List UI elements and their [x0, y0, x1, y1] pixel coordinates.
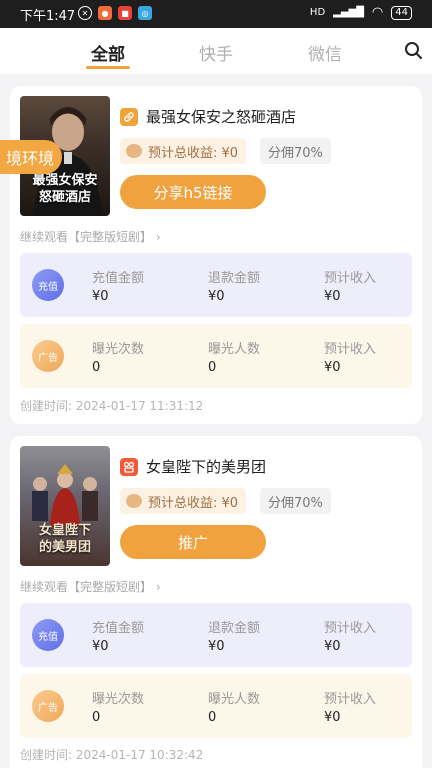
tab-kuaishou[interactable]: 快手 — [199, 40, 233, 65]
continue-watching-label: 继续观看【完整版短剧】 — [20, 230, 153, 244]
recharge-stats-panel: 充值 充值金额 退款金额 预计收入 ¥0 ¥0 ¥0 — [20, 253, 412, 317]
stat-label: 预计收入 — [324, 342, 377, 357]
continue-watching-link[interactable]: 继续观看【完整版短剧】 › — [20, 578, 161, 595]
recharge-badge: 充值 — [32, 619, 64, 651]
coin-icon — [126, 144, 142, 158]
share-h5-link-button[interactable]: 分享h5链接 — [120, 175, 266, 209]
stat-value: ¥0 — [324, 639, 341, 654]
stat-value: 0 — [208, 360, 217, 375]
link-icon — [120, 107, 138, 126]
kuaishou-icon — [120, 457, 138, 476]
drama-title: 女皇陛下的美男团 — [146, 458, 267, 476]
estimated-earnings: 预计总收益: ¥0 — [120, 488, 247, 514]
stat-label: 曝光次数 — [92, 692, 145, 707]
stat-value: ¥0 — [92, 639, 109, 654]
earnings-label: 预计总收益: ¥0 — [148, 495, 239, 511]
drama-title: 最强女保安之怒砸酒店 — [146, 108, 297, 126]
tab-indicator — [86, 66, 130, 69]
poster-title: 女皇陛下 的美男团 — [38, 523, 91, 555]
stat-value: 0 — [92, 360, 101, 375]
earnings-label: 预计总收益: ¥0 — [148, 145, 239, 161]
estimated-earnings: 预计总收益: ¥0 — [120, 138, 247, 164]
stat-label: 预计收入 — [324, 692, 377, 707]
drama-title-row: 女皇陛下的美男团 — [120, 456, 266, 477]
tab-wechat[interactable]: 微信 — [308, 40, 342, 65]
poster-title: 最强女保安 怒砸酒店 — [32, 173, 98, 205]
stat-value: ¥0 — [324, 360, 341, 375]
stat-label: 曝光人数 — [208, 692, 261, 707]
stat-value: 0 — [92, 710, 101, 725]
commission-badge: 分佣70% — [260, 488, 331, 514]
ad-badge: 广告 — [32, 690, 64, 722]
drama-title-row: 最强女保安之怒砸酒店 — [120, 106, 296, 127]
recharge-stats-panel: 充值 充值金额 退款金额 预计收入 ¥0 ¥0 ¥0 — [20, 603, 412, 667]
stat-label: 曝光人数 — [208, 342, 261, 357]
stat-value: ¥0 — [208, 289, 225, 304]
stat-value: ¥0 — [92, 289, 109, 304]
status-bar: 下午1:47 ✕ ● ■ ◎ HD ▂▄▆█ ◠ 44 — [0, 0, 432, 28]
mute-icon: ✕ — [78, 6, 92, 20]
stat-label: 预计收入 — [324, 621, 377, 636]
drama-card: 女皇陛下 的美男团 女皇陛下的美男团 预计总收益: ¥0 分佣70% 推广 继续… — [10, 436, 422, 768]
stat-label: 充值金额 — [92, 621, 145, 636]
stat-label: 曝光次数 — [92, 342, 145, 357]
ad-badge: 广告 — [32, 340, 64, 372]
signal-icon: ▂▄▆█ — [333, 7, 364, 18]
ad-stats-panel: 广告 曝光次数 曝光人数 预计收入 0 0 ¥0 — [20, 324, 412, 388]
tab-bar: 全部 快手 微信 — [0, 28, 432, 74]
environment-tag[interactable]: 境环境 — [0, 140, 62, 174]
stat-value: 0 — [208, 710, 217, 725]
network-type: HD — [309, 7, 326, 18]
created-time: 创建时间: 2024-01-17 10:32:42 — [20, 748, 204, 762]
stat-label: 预计收入 — [324, 271, 377, 286]
battery-level: 44 — [391, 5, 412, 20]
status-time: 下午1:47 — [20, 9, 76, 24]
created-time: 创建时间: 2024-01-17 11:31:12 — [20, 399, 204, 413]
drama-card: 最强女保安 怒砸酒店 最强女保安之怒砸酒店 预计总收益: ¥0 分佣70% 分享… — [10, 86, 422, 424]
app-notification-icon: ◎ — [138, 6, 152, 20]
wifi-icon: ◠ — [371, 5, 384, 20]
stat-value: ¥0 — [324, 710, 341, 725]
stat-label: 退款金额 — [208, 621, 261, 636]
drama-poster[interactable]: 女皇陛下 的美男团 — [20, 446, 110, 566]
stat-value: ¥0 — [208, 639, 225, 654]
coin-icon — [126, 494, 142, 508]
app-notification-icon: ■ — [118, 6, 132, 20]
chevron-right-icon: › — [155, 230, 161, 244]
recharge-badge: 充值 — [32, 269, 64, 301]
chevron-right-icon: › — [155, 580, 161, 594]
stat-value: ¥0 — [324, 289, 341, 304]
commission-badge: 分佣70% — [260, 138, 331, 164]
stat-label: 退款金额 — [208, 271, 261, 286]
stat-label: 充值金额 — [92, 271, 145, 286]
app-notification-icon: ● — [98, 6, 112, 20]
ad-stats-panel: 广告 曝光次数 曝光人数 预计收入 0 0 ¥0 — [20, 674, 412, 738]
tab-all[interactable]: 全部 — [91, 40, 125, 65]
continue-watching-label: 继续观看【完整版短剧】 — [20, 580, 153, 594]
search-icon[interactable] — [404, 41, 424, 61]
promote-button[interactable]: 推广 — [120, 525, 266, 559]
continue-watching-link[interactable]: 继续观看【完整版短剧】 › — [20, 228, 161, 245]
